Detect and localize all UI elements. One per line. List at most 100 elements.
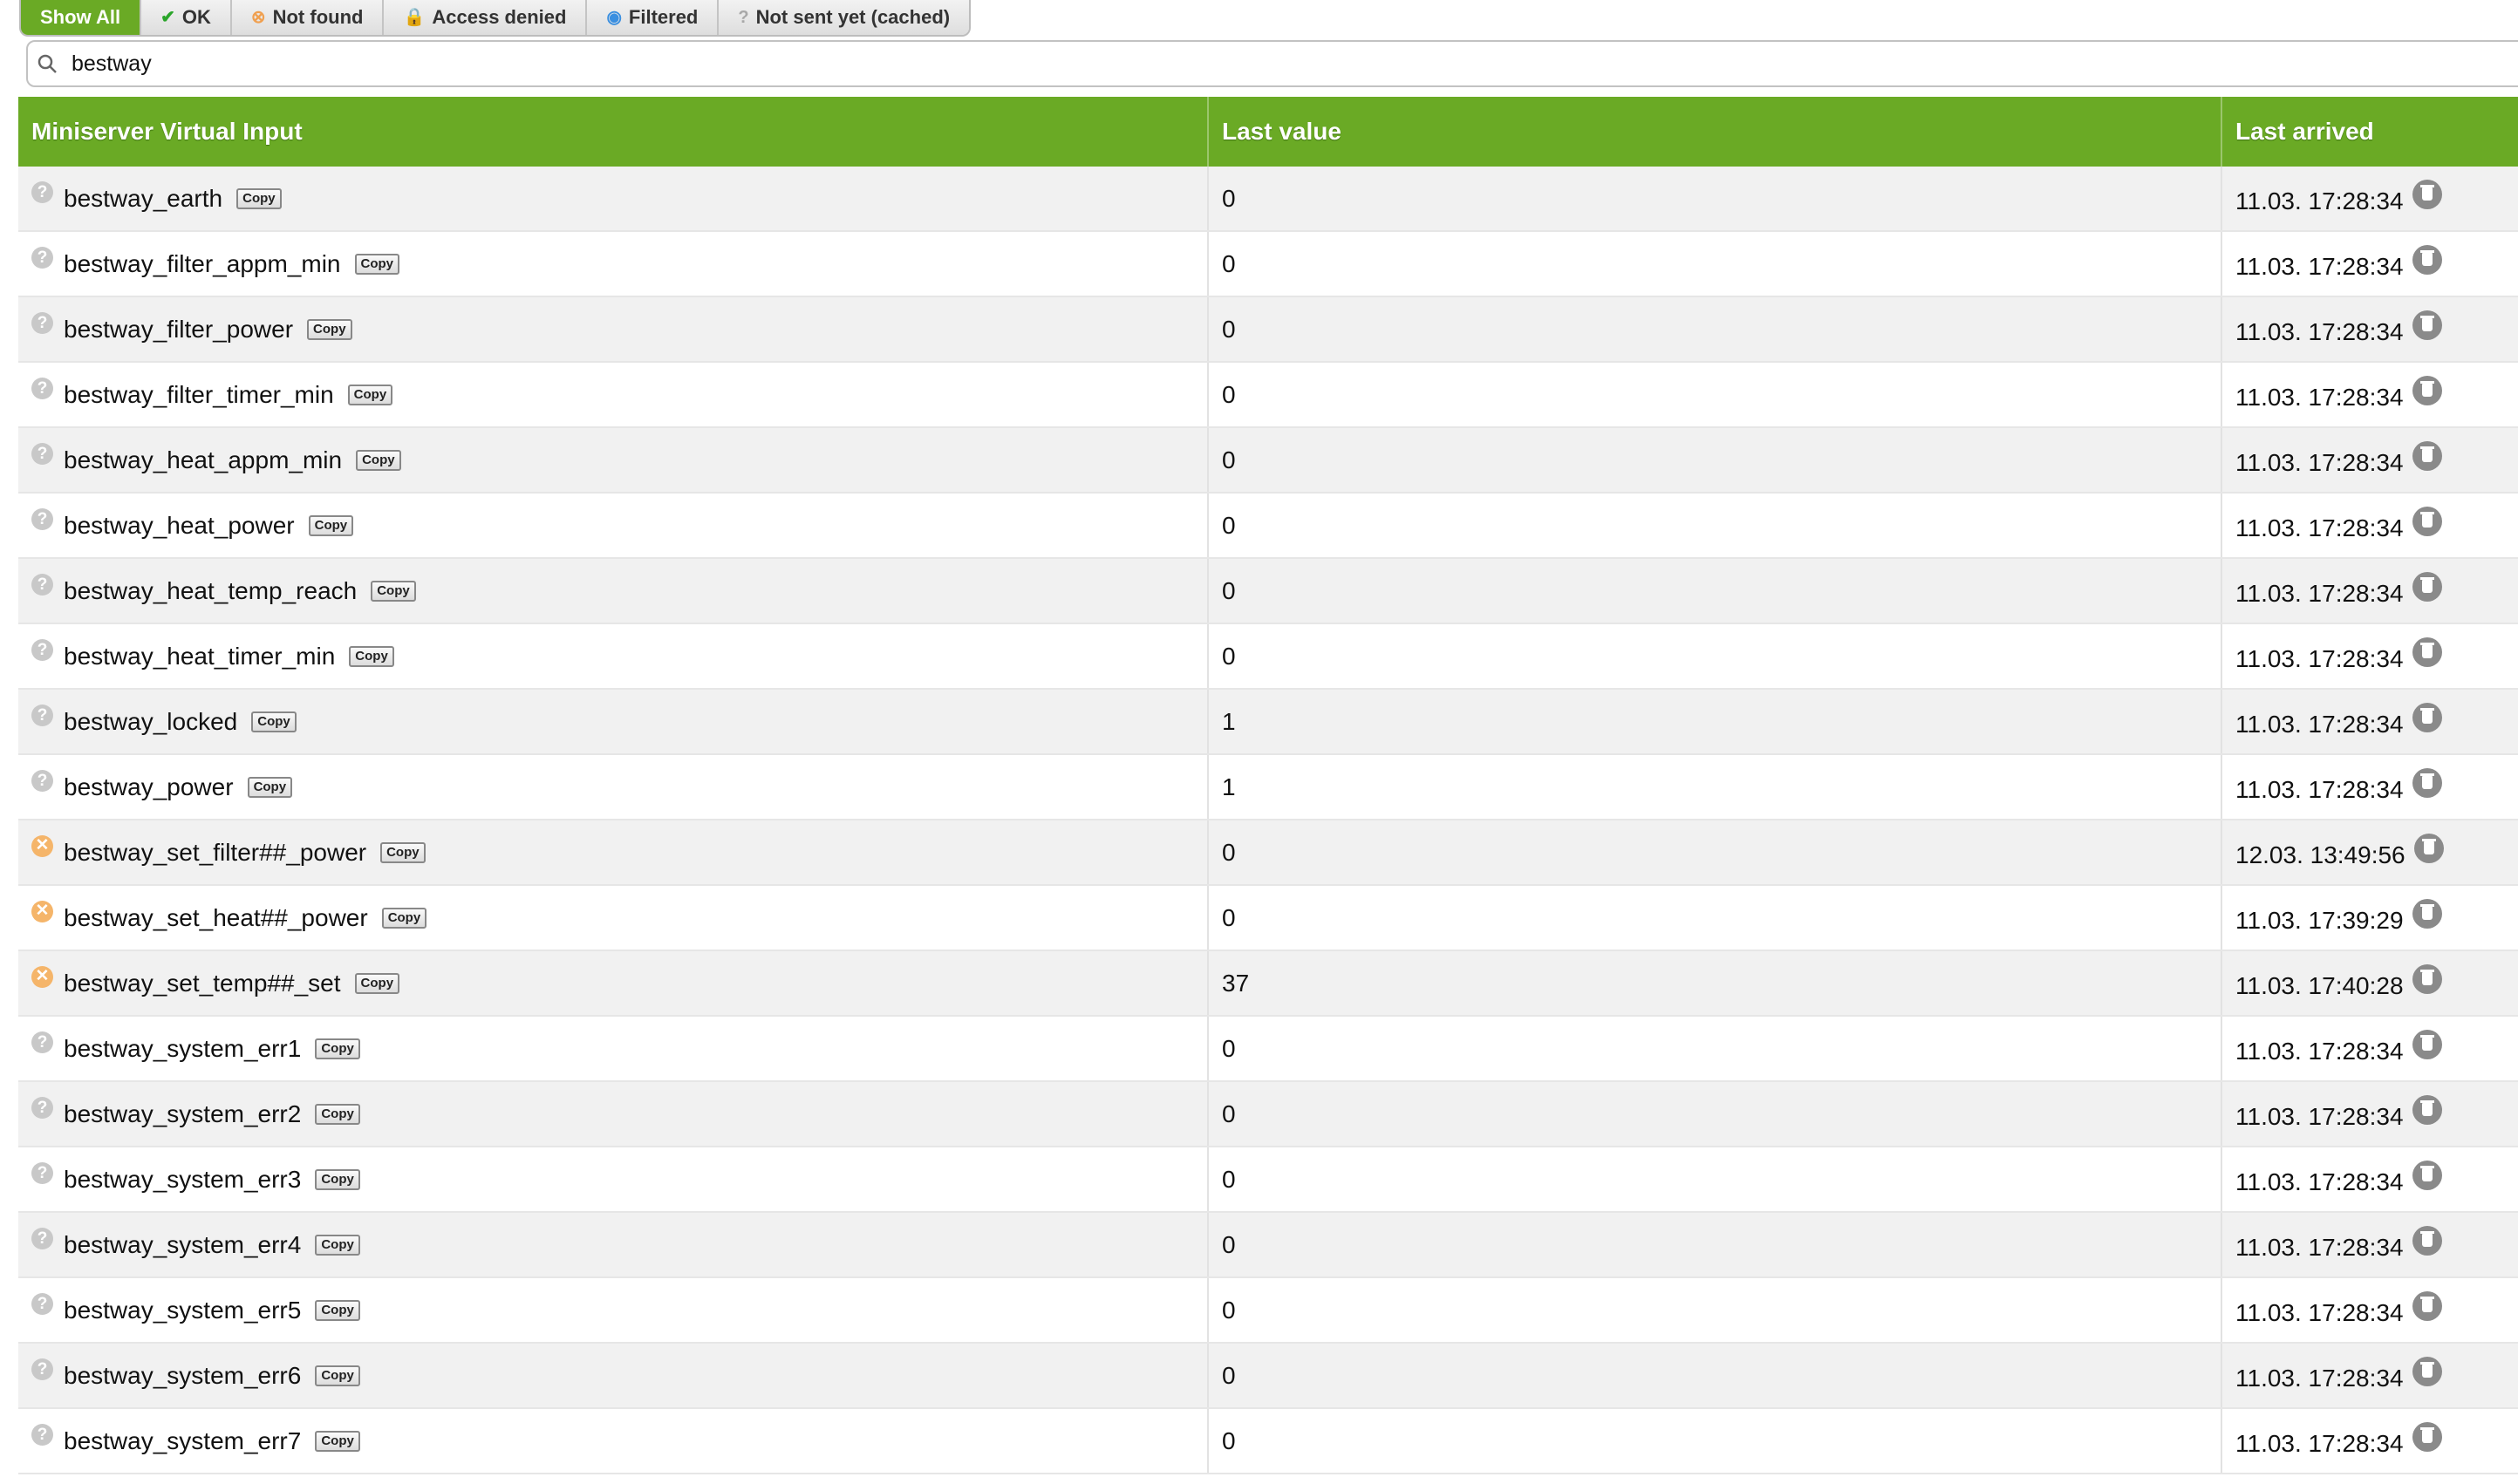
question-icon: ? [31, 1293, 53, 1315]
input-name: bestway_filter_appm_min [64, 249, 341, 277]
copy-button[interactable]: Copy [315, 1365, 360, 1386]
delete-icon[interactable] [2412, 440, 2442, 471]
last-value: 0 [1222, 1296, 1236, 1324]
copy-button[interactable]: Copy [356, 449, 401, 471]
copy-button[interactable]: Copy [251, 711, 297, 732]
delete-icon[interactable] [2412, 1290, 2442, 1321]
last-value: 0 [1222, 249, 1236, 277]
virtual-input-table: Miniserver Virtual Input Last value Last… [18, 97, 2518, 1474]
table-row: ? bestway_heat_appm_min Copy 0 11.03. 17:28:… [18, 427, 2518, 494]
input-name: bestway_earth [64, 184, 223, 212]
cell-input-name: ✕ bestway_set_heat##_power Copy [18, 885, 1209, 951]
filter-show-all[interactable]: Show All [21, 0, 142, 35]
copy-button[interactable]: Copy [380, 841, 426, 863]
copy-button[interactable]: Copy [347, 384, 393, 405]
last-arrived: 11.03. 17:40:28 [2235, 971, 2404, 999]
cell-input-name: ✕ bestway_set_filter##_power Copy [18, 820, 1209, 886]
copy-button[interactable]: Copy [315, 1038, 360, 1059]
copy-button[interactable]: Copy [354, 253, 399, 275]
table-row: ? bestway_heat_timer_min Copy 0 11.03. 17:28… [18, 623, 2518, 690]
last-value: 0 [1222, 446, 1236, 473]
delete-icon[interactable] [2412, 375, 2442, 405]
cell-input-name: ? bestway_system_err5 Copy [18, 1277, 1209, 1344]
cell-input-name: ? bestway_system_err3 Copy [18, 1147, 1209, 1213]
copy-button[interactable]: Copy [315, 1430, 360, 1452]
cell-last-value: 0 [1208, 1016, 2222, 1082]
last-arrived: 11.03. 17:28:34 [2235, 448, 2404, 476]
filter-filtered[interactable]: ◉ Filtered [587, 0, 720, 35]
last-value: 0 [1222, 511, 1236, 539]
cell-input-name: ? bestway_system_err7 Copy [18, 1408, 1209, 1474]
copy-button[interactable]: Copy [349, 645, 394, 667]
question-icon: ? [31, 1228, 53, 1249]
cell-last-value: 0 [1208, 1081, 2222, 1147]
last-value: 1 [1222, 707, 1236, 735]
column-header-arrived[interactable]: Last arrived [2221, 97, 2518, 167]
filter-label: Filtered [628, 6, 699, 28]
cell-input-name: ? bestway_system_err2 Copy [18, 1081, 1209, 1147]
table-row: ? bestway_earth Copy 0 11.03. 17:28:34 [18, 167, 2518, 232]
copy-button[interactable]: Copy [315, 1299, 360, 1321]
column-header-input[interactable]: Miniserver Virtual Input [18, 97, 1209, 167]
cell-last-value: 0 [1208, 231, 2222, 297]
question-icon: ? [31, 443, 53, 465]
delete-icon[interactable] [2412, 244, 2442, 275]
cell-last-arrived: 11.03. 17:28:34 [2221, 1277, 2518, 1344]
cell-input-name: ? bestway_heat_temp_reach Copy [18, 558, 1209, 624]
copy-button[interactable]: Copy [247, 776, 293, 798]
delete-icon[interactable] [2412, 1225, 2442, 1256]
column-header-value[interactable]: Last value [1208, 97, 2222, 167]
not-found-icon: ⊗ [250, 8, 266, 27]
question-icon: ? [31, 1031, 53, 1053]
filter-label: Show All [40, 6, 121, 28]
delete-icon[interactable] [2412, 1356, 2442, 1386]
delete-icon[interactable] [2412, 179, 2442, 209]
cell-input-name: ? bestway_heat_power Copy [18, 493, 1209, 559]
cell-last-value: 0 [1208, 885, 2222, 951]
input-name: bestway_system_err4 [64, 1230, 302, 1258]
copy-button[interactable]: Copy [371, 580, 416, 602]
delete-icon[interactable] [2413, 833, 2444, 863]
delete-icon[interactable] [2412, 1029, 2442, 1059]
cell-last-arrived: 12.03. 13:49:56 [2221, 820, 2518, 886]
last-arrived: 11.03. 17:28:34 [2235, 317, 2404, 345]
last-value: 0 [1222, 576, 1236, 604]
search-icon [38, 54, 57, 73]
copy-button[interactable]: Copy [354, 972, 400, 994]
status-filter-bar: Show All ✔ OK ⊗ Not found 🔒 Access denie… [19, 0, 972, 37]
cell-last-arrived: 11.03. 17:39:29 [2221, 885, 2518, 951]
delete-icon[interactable] [2412, 702, 2442, 732]
copy-button[interactable]: Copy [315, 1234, 360, 1256]
question-icon: ? [31, 705, 53, 726]
last-value: 0 [1222, 315, 1236, 343]
copy-button[interactable]: Copy [236, 187, 282, 209]
delete-icon[interactable] [2412, 898, 2442, 929]
delete-icon[interactable] [2412, 506, 2442, 536]
filter-not-found[interactable]: ⊗ Not found [231, 0, 385, 35]
delete-icon[interactable] [2412, 1160, 2442, 1190]
table-row: ✕ bestway_set_filter##_power Copy 0 12.03. 1… [18, 820, 2518, 886]
filter-not-sent[interactable]: ? Not sent yet (cached) [719, 0, 970, 35]
delete-icon[interactable] [2412, 310, 2442, 340]
copy-button[interactable]: Copy [315, 1168, 360, 1190]
copy-button[interactable]: Copy [308, 514, 354, 536]
delete-icon[interactable] [2412, 963, 2442, 994]
delete-icon[interactable] [2412, 636, 2442, 667]
filter-access-denied[interactable]: 🔒 Access denied [384, 0, 588, 35]
copy-button[interactable]: Copy [307, 318, 352, 340]
filter-ok[interactable]: ✔ OK [141, 0, 232, 35]
delete-icon[interactable] [2412, 767, 2442, 798]
copy-button[interactable]: Copy [315, 1103, 360, 1125]
delete-icon[interactable] [2412, 1094, 2442, 1125]
cell-last-arrived: 11.03. 17:28:34 [2221, 1343, 2518, 1409]
copy-button[interactable]: Copy [381, 907, 427, 929]
delete-icon[interactable] [2412, 571, 2442, 602]
last-arrived: 11.03. 17:28:34 [2235, 1233, 2404, 1261]
question-icon: ? [31, 508, 53, 530]
cell-last-value: 0 [1208, 362, 2222, 428]
filter-label: Access denied [432, 6, 567, 28]
cell-input-name: ? bestway_system_err4 Copy [18, 1212, 1209, 1278]
last-arrived: 11.03. 17:28:34 [2235, 1102, 2404, 1130]
delete-icon[interactable] [2412, 1421, 2442, 1452]
search-input[interactable] [70, 50, 2428, 78]
